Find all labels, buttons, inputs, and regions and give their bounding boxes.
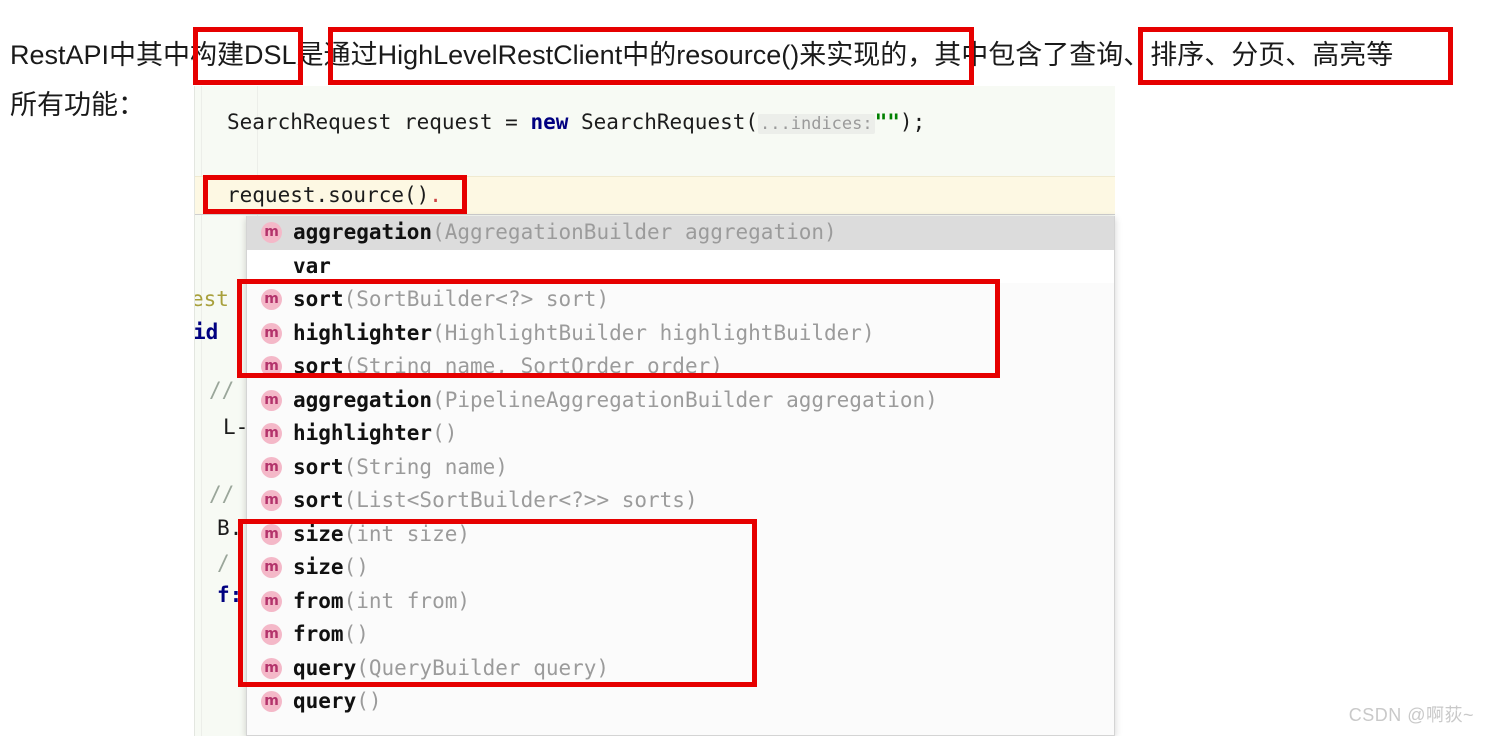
autocomplete-item-name: highlighter bbox=[293, 320, 433, 345]
autocomplete-item-name: var bbox=[293, 253, 331, 278]
code-token-end: ); bbox=[899, 110, 926, 134]
autocomplete-item[interactable]: m aggregation (PipelineAggregationBuilder … bbox=[247, 384, 1114, 418]
code-token-decl: SearchRequest request = bbox=[227, 110, 531, 134]
method-icon: m bbox=[261, 322, 282, 344]
autocomplete-item-name: query bbox=[293, 655, 357, 680]
autocomplete-item-name: highlighter bbox=[293, 421, 433, 445]
autocomplete-item-signature: (HighlightBuilder highlightBuilder) bbox=[432, 320, 875, 345]
autocomplete-item[interactable]: m highlighter() bbox=[247, 417, 1114, 451]
autocomplete-item-signature: (String name) bbox=[343, 454, 508, 479]
method-icon: m bbox=[261, 356, 282, 378]
autocomplete-item[interactable]: m sort (SortBuilder<?> sort) bbox=[247, 283, 1114, 317]
param-hint-indices: ...indices: bbox=[758, 114, 875, 134]
prose-text-3: ，其中包含了 bbox=[907, 40, 1070, 70]
code-token-request-source: request.source() bbox=[227, 183, 430, 207]
code-token-new: new bbox=[530, 110, 569, 134]
prose-text-1: RestAPI中其中 bbox=[10, 40, 191, 70]
autocomplete-item-signature: (int from) bbox=[343, 588, 471, 613]
autocomplete-item-signature: (int size) bbox=[343, 521, 471, 546]
autocomplete-item[interactable]: m size() bbox=[247, 551, 1114, 585]
autocomplete-item-signature: () bbox=[343, 555, 369, 579]
method-icon: m bbox=[261, 389, 282, 411]
autocomplete-item[interactable]: var bbox=[247, 249, 1114, 283]
method-icon: m bbox=[261, 557, 282, 579]
prose-text-2: 是 bbox=[296, 40, 324, 70]
autocomplete-item-signature: () bbox=[356, 689, 382, 713]
autocomplete-item-signature: (QueryBuilder query) bbox=[356, 655, 610, 680]
code-line-search-request: SearchRequest request = new SearchReques… bbox=[195, 106, 1115, 139]
autocomplete-item-name: from bbox=[293, 588, 344, 613]
prose-highlight-build-dsl: 构建DSL bbox=[190, 40, 297, 70]
prose-highlight-features: 查询、排序、分页、高亮 bbox=[1069, 40, 1367, 70]
autocomplete-item-signature: (PipelineAggregationBuilder aggregation) bbox=[432, 387, 938, 412]
autocomplete-item-name: sort bbox=[293, 488, 344, 512]
autocomplete-item[interactable]: m from() bbox=[247, 618, 1114, 652]
autocomplete-item-name: query bbox=[293, 689, 357, 713]
autocomplete-item-name: from bbox=[293, 622, 344, 646]
autocomplete-item-signature: () bbox=[432, 421, 458, 445]
autocomplete-item[interactable]: m aggregation (AggregationBuilder aggregat… bbox=[247, 216, 1114, 250]
code-token-string: "" bbox=[874, 110, 900, 134]
autocomplete-item[interactable]: m sort (String name) bbox=[247, 451, 1114, 485]
code-token-dot: . bbox=[429, 183, 442, 207]
method-icon: m bbox=[261, 456, 282, 478]
autocomplete-popup[interactable]: m aggregation (AggregationBuilder aggregat… bbox=[246, 216, 1115, 736]
autocomplete-item-signature: (String name, SortOrder order) bbox=[343, 354, 723, 378]
method-icon: m bbox=[261, 590, 282, 612]
method-icon: m bbox=[261, 657, 282, 679]
method-icon: m bbox=[261, 490, 282, 512]
autocomplete-item-name: aggregation bbox=[293, 387, 433, 412]
autocomplete-item[interactable]: m query() bbox=[247, 685, 1114, 719]
autocomplete-item-signature: (List<SortBuilder<?>> sorts) bbox=[343, 488, 698, 512]
autocomplete-item[interactable]: m sort (String name, SortOrder order) bbox=[247, 350, 1114, 384]
autocomplete-item-name: aggregation bbox=[293, 220, 433, 244]
prose-text-4: 等 bbox=[1366, 40, 1394, 70]
autocomplete-item-signature: (AggregationBuilder aggregation) bbox=[432, 220, 837, 244]
autocomplete-item-name: sort bbox=[293, 354, 344, 378]
prose-highlight-restclient: 通过HighLevelRestClient中的resource()来实现的 bbox=[323, 40, 908, 70]
csdn-watermark: CSDN @啊荻~ bbox=[1348, 705, 1474, 725]
autocomplete-item-signature: () bbox=[343, 622, 369, 646]
autocomplete-item[interactable]: m size (int size) bbox=[247, 518, 1114, 552]
method-icon: m bbox=[261, 423, 282, 445]
autocomplete-item-name: sort bbox=[293, 454, 344, 479]
current-line-highlight[interactable]: request.source(). bbox=[195, 176, 1115, 215]
autocomplete-item-name: size bbox=[293, 521, 344, 546]
autocomplete-item-signature: (SortBuilder<?> sort) bbox=[343, 287, 610, 311]
method-icon: m bbox=[261, 691, 282, 713]
autocomplete-item[interactable]: m sort (List<SortBuilder<?>> sorts) bbox=[247, 484, 1114, 518]
method-icon: m bbox=[261, 624, 282, 646]
autocomplete-item[interactable]: m from (int from) bbox=[247, 585, 1114, 619]
autocomplete-item[interactable]: m query (QueryBuilder query) bbox=[247, 652, 1114, 686]
autocomplete-item-name: size bbox=[293, 555, 344, 579]
method-icon: m bbox=[261, 523, 282, 545]
autocomplete-item-name: sort bbox=[293, 287, 344, 311]
method-icon: m bbox=[261, 222, 282, 244]
code-token-ctor: SearchRequest( bbox=[568, 110, 759, 134]
autocomplete-item[interactable]: m highlighter (HighlightBuilder highlightB… bbox=[247, 317, 1114, 351]
method-icon: m bbox=[261, 289, 282, 311]
